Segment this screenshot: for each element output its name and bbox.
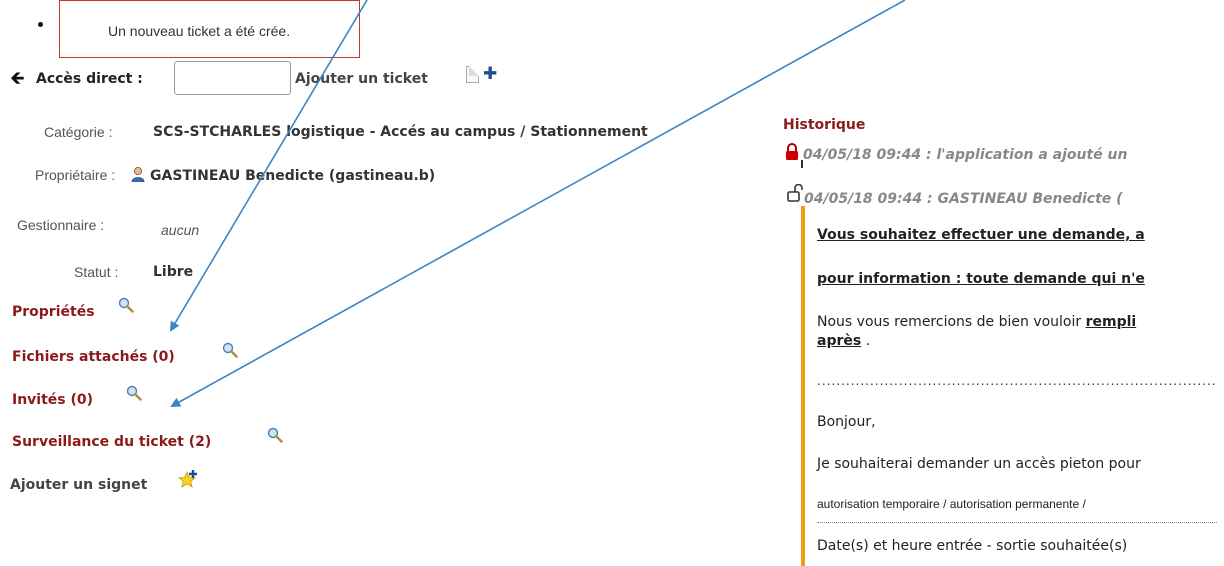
status-label: Statut : (74, 264, 119, 280)
message-line-6: Date(s) et heure entrée - sortie souhait… (817, 538, 1128, 554)
history-entry-2: 04/05/18 09:44 : GASTINEAU Benedicte ( (804, 191, 1123, 207)
magnifier-icon[interactable] (118, 297, 134, 313)
history-entry-1: 04/05/18 09:44 : l'application a ajouté … (803, 147, 1128, 163)
message-line-3b-text: . (861, 333, 871, 349)
message-line-3b-link: après (817, 333, 862, 349)
add-ticket-link[interactable]: Ajouter un ticket (295, 71, 428, 87)
message-line-3-text: Nous vous remercions de bien vouloir (817, 314, 1086, 330)
section-properties[interactable]: Propriétés (12, 304, 95, 320)
message-greeting: Bonjour, (817, 414, 876, 430)
history-connector (801, 160, 803, 168)
section-attachments[interactable]: Fichiers attachés (0) (12, 349, 175, 365)
notification-box: Un nouveau ticket a été crée. (59, 0, 360, 58)
magnifier-icon[interactable] (267, 427, 283, 443)
user-icon (131, 167, 145, 182)
magnifier-icon[interactable] (222, 342, 238, 358)
direct-access-label: Accès direct : (36, 71, 143, 87)
back-arrow-icon[interactable]: 🡸 (10, 66, 25, 96)
history-title: Historique (783, 117, 866, 133)
history-message-bar (801, 206, 805, 566)
category-value: SCS-STCHARLES logistique - Accés au camp… (153, 124, 648, 140)
owner-value[interactable]: GASTINEAU Benedicte (gastineau.b) (150, 168, 435, 184)
add-bookmark-link[interactable]: Ajouter un signet (10, 477, 147, 493)
message-line-4: Je souhaiterai demander un accès pieton … (817, 456, 1141, 472)
direct-access-input[interactable] (174, 61, 291, 95)
message-line-5: autorisation temporaire / autorisation p… (817, 497, 1086, 511)
message-dotted-rule (817, 522, 1217, 523)
lock-open-icon (787, 184, 803, 202)
notification-text: Un nouveau ticket a été crée. (108, 23, 291, 39)
manager-value: aucun (161, 222, 200, 238)
message-line-3: Nous vous remercions de bien vouloir rem… (817, 314, 1136, 330)
star-add-icon[interactable] (178, 469, 200, 491)
category-label: Catégorie : (44, 124, 113, 140)
message-line-3-link: rempli (1085, 314, 1137, 330)
message-separator: ........................................… (817, 374, 1217, 388)
section-guests[interactable]: Invités (0) (12, 392, 93, 408)
document-icon[interactable] (466, 66, 479, 83)
lock-closed-icon (786, 143, 798, 160)
message-line-1: Vous souhaitez effectuer une demande, a (817, 227, 1145, 243)
message-line-2: pour information : toute demande qui n'e (817, 271, 1145, 287)
add-plus-icon[interactable]: ✚ (483, 64, 497, 84)
status-value: Libre (153, 264, 194, 280)
message-line-3b: après . (817, 333, 870, 349)
owner-label: Propriétaire : (35, 167, 116, 183)
manager-label: Gestionnaire : (17, 217, 105, 233)
section-watchers[interactable]: Surveillance du ticket (2) (12, 434, 211, 450)
list-bullet (38, 22, 43, 27)
magnifier-icon[interactable] (126, 385, 142, 401)
